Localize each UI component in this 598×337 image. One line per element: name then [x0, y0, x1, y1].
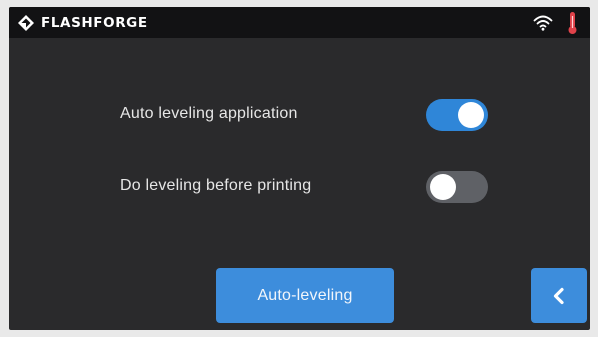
flashforge-logo-icon: [18, 15, 34, 31]
back-button[interactable]: [531, 268, 587, 323]
top-bar: FLASHFORGE: [9, 7, 590, 38]
brand-name: FLASHFORGE: [41, 15, 148, 31]
thermometer-icon[interactable]: [567, 11, 578, 35]
auto-leveling-application-toggle[interactable]: [426, 99, 488, 131]
setting-label-auto-leveling-application: Auto leveling application: [120, 105, 298, 122]
auto-leveling-button[interactable]: Auto-leveling: [216, 268, 394, 323]
chevron-left-icon: [553, 287, 564, 304]
setting-label-leveling-before-printing: Do leveling before printing: [120, 177, 312, 194]
printer-screen: FLASHFORGE Auto leveling application Do …: [9, 7, 590, 330]
auto-leveling-button-label: Auto-leveling: [257, 286, 353, 304]
brand: FLASHFORGE: [17, 13, 148, 33]
wifi-icon[interactable]: [533, 14, 553, 31]
leveling-before-printing-toggle[interactable]: [426, 171, 488, 203]
toggle-knob: [430, 174, 456, 200]
toggle-knob: [458, 102, 484, 128]
